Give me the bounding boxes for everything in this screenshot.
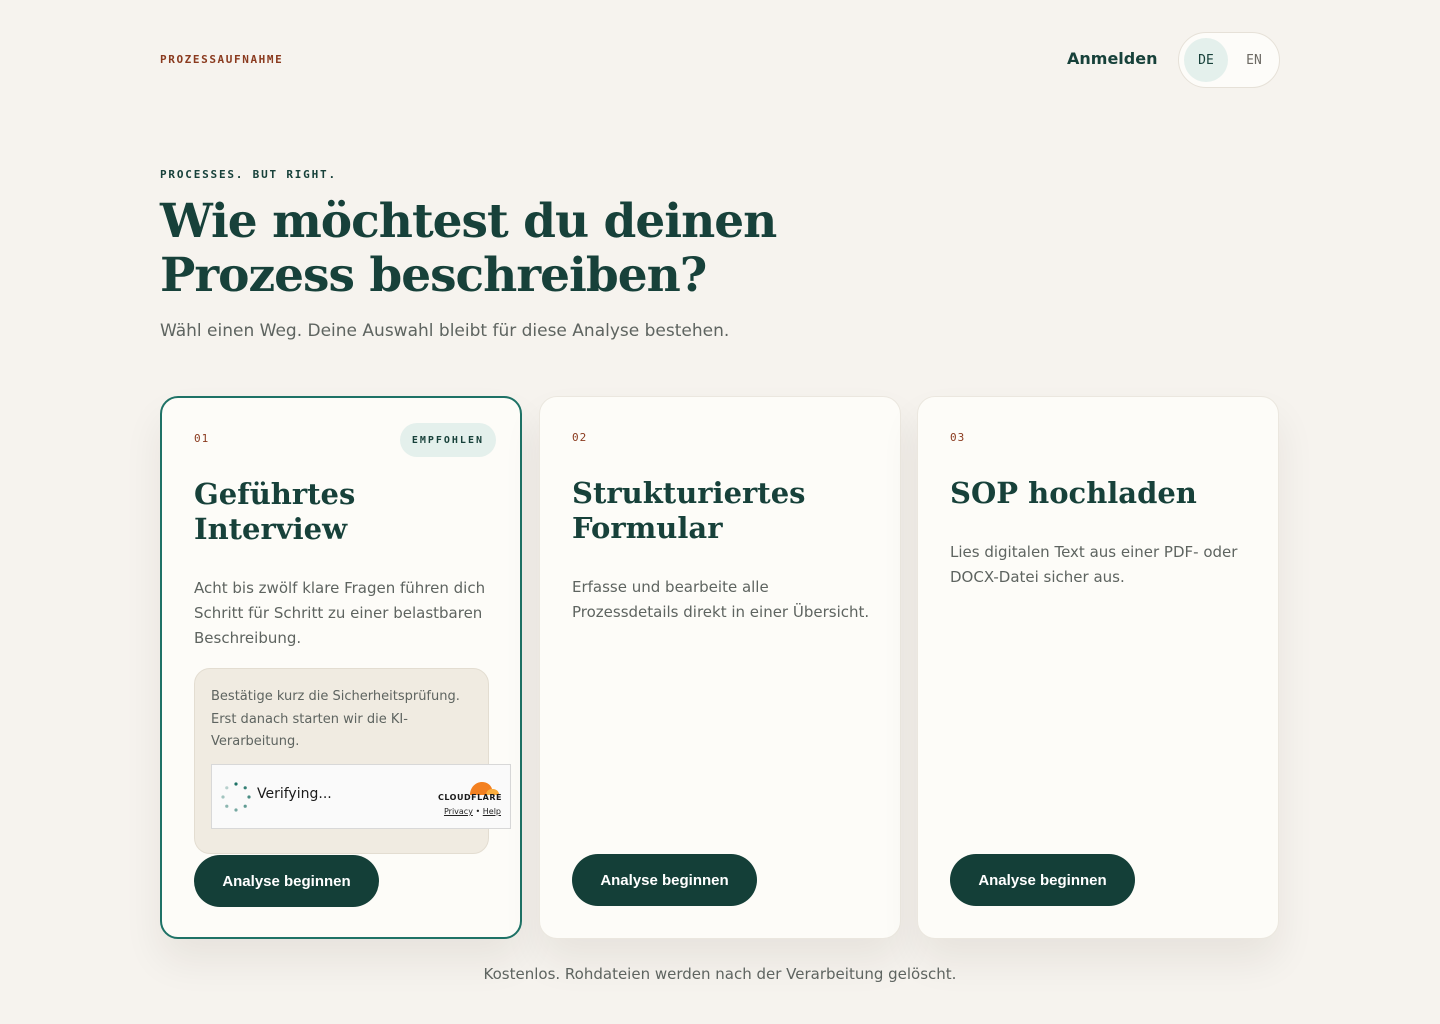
page-subtitle: Wähl einen Weg. Deine Auswahl bleibt für… <box>160 321 730 341</box>
start-analysis-button[interactable]: Analyse beginnen <box>950 854 1135 906</box>
captcha-status: Verifying... <box>257 786 332 802</box>
cloudflare-wordmark: CLOUDFLARE <box>438 793 502 802</box>
page-title: Wie möchtest du deinen Prozess beschreib… <box>160 195 860 303</box>
hero-eyebrow: PROCESSES. BUT RIGHT. <box>160 168 337 181</box>
option-card-sop-upload[interactable]: 03 SOP hochladen Lies digitalen Text aus… <box>917 396 1279 939</box>
card-description: Lies digitalen Text aus einer PDF- oder … <box>950 543 1238 586</box>
option-card-guided-interview[interactable]: 01 EMPFOHLEN Geführtes Interview Acht bi… <box>160 396 522 939</box>
card-description: Erfasse und bearbeite alle Prozessdetail… <box>572 578 870 621</box>
card-title-line-1: Strukturiertes <box>572 476 806 510</box>
card-title: Geführtes Interview <box>194 477 494 547</box>
start-analysis-button[interactable]: Analyse beginnen <box>572 854 757 906</box>
card-number: 01 <box>194 432 210 445</box>
card-title-line-2: Interview <box>194 512 348 546</box>
card-title: SOP hochladen <box>950 476 1197 510</box>
language-option-en[interactable]: EN <box>1232 38 1276 82</box>
captcha-widget[interactable]: Verifying... CLOUDFLARE Privacy • Help <box>211 764 511 829</box>
option-card-structured-form[interactable]: 02 Strukturiertes Formular Erfasse und b… <box>539 396 901 939</box>
start-analysis-button[interactable]: Analyse beginnen <box>194 855 379 907</box>
captcha-links: Privacy • Help <box>444 807 501 816</box>
recommended-badge: EMPFOHLEN <box>399 423 496 457</box>
card-description: Acht bis zwölf klare Fragen führen dich … <box>194 579 486 647</box>
help-link[interactable]: Help <box>483 807 501 816</box>
card-number: 02 <box>572 431 588 444</box>
page-title-line-1: Wie möchtest du deinen <box>160 194 777 249</box>
loading-spinner-icon <box>221 782 251 812</box>
language-switcher: DE EN <box>1178 32 1280 88</box>
link-separator: • <box>475 807 481 816</box>
page-title-line-2: Prozess beschreiben? <box>160 248 707 303</box>
login-link[interactable]: Anmelden <box>1067 49 1157 68</box>
language-option-de[interactable]: DE <box>1184 38 1228 82</box>
security-check-box: Bestätige kurz die Sicherheitsprüfung. E… <box>194 668 511 854</box>
security-message: Bestätige kurz die Sicherheitsprüfung. E… <box>211 689 460 749</box>
privacy-link[interactable]: Privacy <box>444 807 473 816</box>
card-number: 03 <box>950 431 966 444</box>
brand-logo: PROZESSAUFNAHME <box>160 53 284 66</box>
footer-note: Kostenlos. Rohdateien werden nach der Ve… <box>483 965 957 983</box>
card-title-line-2: Formular <box>572 511 723 545</box>
card-title: Strukturiertes Formular <box>572 476 872 546</box>
card-title-line-1: Geführtes <box>194 477 356 511</box>
